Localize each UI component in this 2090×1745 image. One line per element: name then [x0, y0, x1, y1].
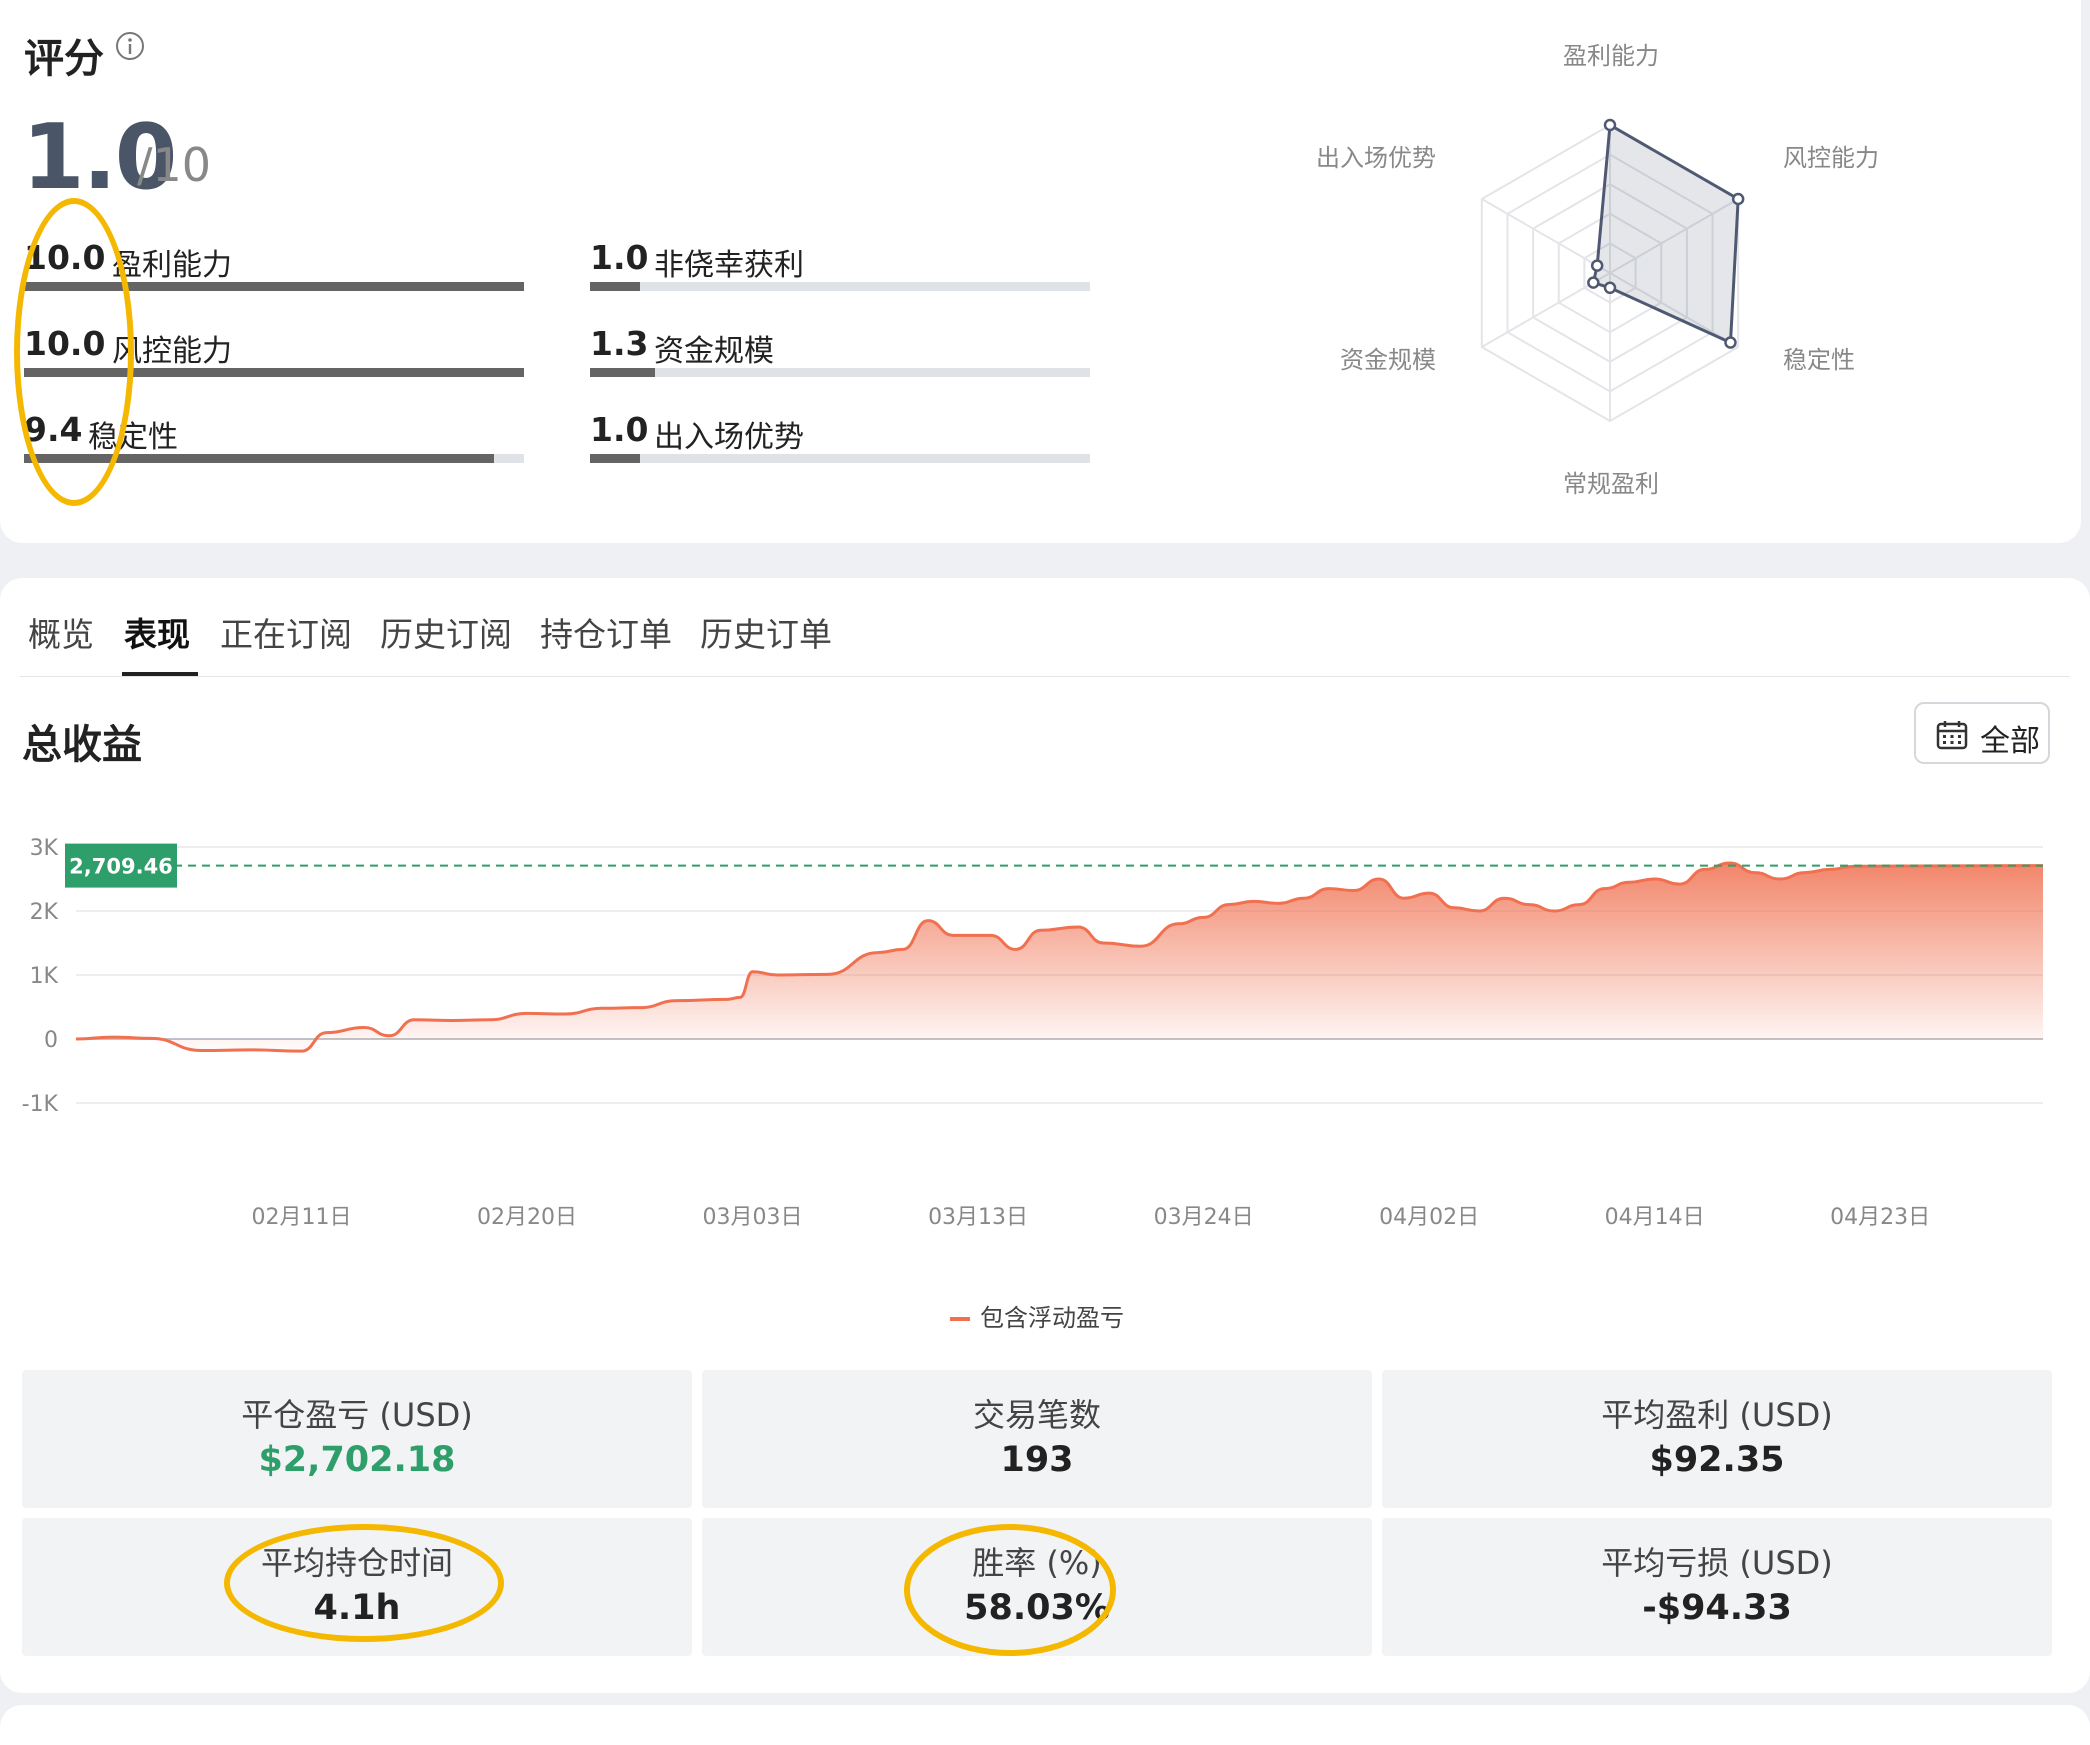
y-tick-label: -1K — [22, 1092, 59, 1117]
section-title: 总收益 — [22, 722, 142, 768]
date-range-button[interactable]: 全部 — [1914, 702, 2050, 764]
metric-label: 稳定性 — [88, 420, 178, 455]
next-card — [0, 1705, 2090, 1745]
metric-bar-fill — [590, 368, 655, 377]
radar-label-regular-profit: 常规盈利 — [1563, 470, 1659, 498]
radar-point — [1590, 259, 1604, 272]
x-tick-label: 03月13日 — [928, 1205, 1028, 1230]
radar-chart: 盈利能力 风控能力 稳定性 常规盈利 资金规模 出入场优势 — [1250, 20, 1950, 510]
metric-label: 出入场优势 — [654, 420, 804, 455]
tab-performance[interactable]: 表现 — [124, 608, 190, 656]
stat-value: 193 — [1000, 1440, 1074, 1480]
metric-risk-control: 10.0 风控能力 — [24, 324, 524, 384]
metric-bar-fill — [590, 282, 640, 291]
metric-stability: 9.4 稳定性 — [24, 410, 524, 470]
info-icon[interactable] — [114, 30, 146, 62]
x-tick-label: 03月24日 — [1154, 1205, 1254, 1230]
x-tick-label: 04月02日 — [1379, 1205, 1479, 1230]
stat-label: 平均盈利 (USD) — [1601, 1396, 1833, 1434]
metric-bar — [24, 282, 524, 291]
stat-label: 平均持仓时间 — [260, 1544, 453, 1582]
stat-label: 平仓盈亏 (USD) — [241, 1396, 473, 1434]
metric-fund-size: 1.3 资金规模 — [590, 324, 1090, 384]
stat-avg-holding-time: 平均持仓时间 4.1h — [22, 1518, 692, 1656]
radar-axis-line — [1481, 198, 1611, 274]
metric-label: 非侥幸获利 — [654, 248, 804, 283]
radar-point — [1731, 192, 1745, 206]
metric-value: 1.0 — [590, 410, 649, 449]
stat-value: 4.1h — [313, 1588, 401, 1628]
current-value-label: 2,709.46 — [69, 855, 173, 879]
calendar-icon — [1936, 721, 1968, 750]
metric-bar-fill — [24, 368, 524, 377]
x-tick-label: 02月20日 — [477, 1205, 577, 1230]
radar-label-entry-exit: 出入场优势 — [1316, 144, 1436, 172]
metric-bar — [590, 282, 1090, 291]
stat-avg-loss: 平均亏损 (USD) -$94.33 — [1382, 1518, 2052, 1656]
stat-label: 平均亏损 (USD) — [1601, 1544, 1833, 1582]
metric-bar — [590, 368, 1090, 377]
tab-overview[interactable]: 概览 — [28, 608, 94, 656]
metric-bar — [24, 368, 524, 377]
y-tick-label: 1K — [30, 964, 59, 989]
stat-value: 58.03% — [964, 1588, 1110, 1628]
radar-point — [1724, 336, 1737, 349]
radar-label-stability: 稳定性 — [1783, 346, 1855, 374]
stat-closed-pnl: 平仓盈亏 (USD) $2,702.18 — [22, 1370, 692, 1508]
legend-swatch — [950, 1317, 970, 1321]
score-title: 评分 — [24, 36, 104, 82]
metric-label: 风控能力 — [112, 334, 232, 369]
y-tick-label: 2K — [30, 900, 59, 925]
score-max: /10 — [137, 138, 212, 192]
score-card: 评分 1.0 /10 10.0 盈利能力 1.0 非侥幸获利 10.0 风控能力… — [0, 0, 2081, 543]
stat-value: $92.35 — [1649, 1440, 1785, 1480]
x-tick-label: 02月11日 — [252, 1205, 352, 1230]
metric-value: 10.0 — [24, 238, 106, 277]
x-tick-label: 04月23日 — [1830, 1205, 1930, 1230]
stat-value: $2,702.18 — [258, 1440, 456, 1480]
metric-value: 9.4 — [24, 410, 83, 449]
radar-point — [1603, 118, 1617, 132]
radar-label-risk-control: 风控能力 — [1783, 144, 1879, 172]
radar-point — [1603, 281, 1617, 295]
metric-non-luck: 1.0 非侥幸获利 — [590, 238, 1090, 298]
tab-open-orders[interactable]: 持仓订单 — [540, 608, 672, 656]
y-tick-label: 3K — [30, 836, 59, 861]
x-tick-label: 03月03日 — [703, 1205, 803, 1230]
stat-label: 交易笔数 — [972, 1396, 1101, 1434]
radar-svg — [1480, 118, 1745, 423]
metric-profitability: 10.0 盈利能力 — [24, 238, 524, 298]
stat-value: -$94.33 — [1642, 1588, 1792, 1628]
radar-label-profitability: 盈利能力 — [1563, 42, 1659, 70]
y-tick-label: 0 — [44, 1028, 58, 1053]
stat-avg-profit: 平均盈利 (USD) $92.35 — [1382, 1370, 2052, 1508]
tab-history-orders[interactable]: 历史订单 — [700, 608, 832, 656]
profit-chart: 3K 2K 1K 0 -1K 02月11日 02月20日 03月03日 03月13日 03月24日… — [22, 836, 2044, 1230]
metric-bar-fill — [24, 454, 494, 463]
stat-win-rate: 胜率 (%) 58.03% — [702, 1518, 1372, 1656]
series-area — [76, 863, 2043, 1052]
radar-data-area — [1591, 122, 1740, 345]
metric-bar-fill — [590, 454, 640, 463]
x-tick-label: 04月14日 — [1605, 1205, 1705, 1230]
metric-value: 1.3 — [590, 324, 649, 363]
legend-label: 包含浮动盈亏 — [980, 1304, 1124, 1332]
metric-bar — [24, 454, 524, 463]
tab-active-subscriptions[interactable]: 正在订阅 — [220, 608, 352, 656]
metric-label: 资金规模 — [654, 334, 774, 369]
metric-entry-exit: 1.0 出入场优势 — [590, 410, 1090, 470]
metric-bar-fill — [24, 282, 524, 291]
metric-value: 10.0 — [24, 324, 106, 363]
tabs-divider — [20, 676, 2070, 677]
metric-label: 盈利能力 — [112, 248, 232, 283]
date-range-label: 全部 — [1980, 724, 2040, 759]
radar-point — [1587, 276, 1600, 289]
metric-value: 1.0 — [590, 238, 649, 277]
radar-label-fund-size: 资金规模 — [1340, 346, 1436, 374]
tab-history-subscriptions[interactable]: 历史订阅 — [380, 608, 512, 656]
stat-trade-count: 交易笔数 193 — [702, 1370, 1372, 1508]
stat-label: 胜率 (%) — [972, 1544, 1102, 1582]
chart-legend[interactable]: 包含浮动盈亏 — [950, 1298, 1124, 1333]
metric-bar — [590, 454, 1090, 463]
